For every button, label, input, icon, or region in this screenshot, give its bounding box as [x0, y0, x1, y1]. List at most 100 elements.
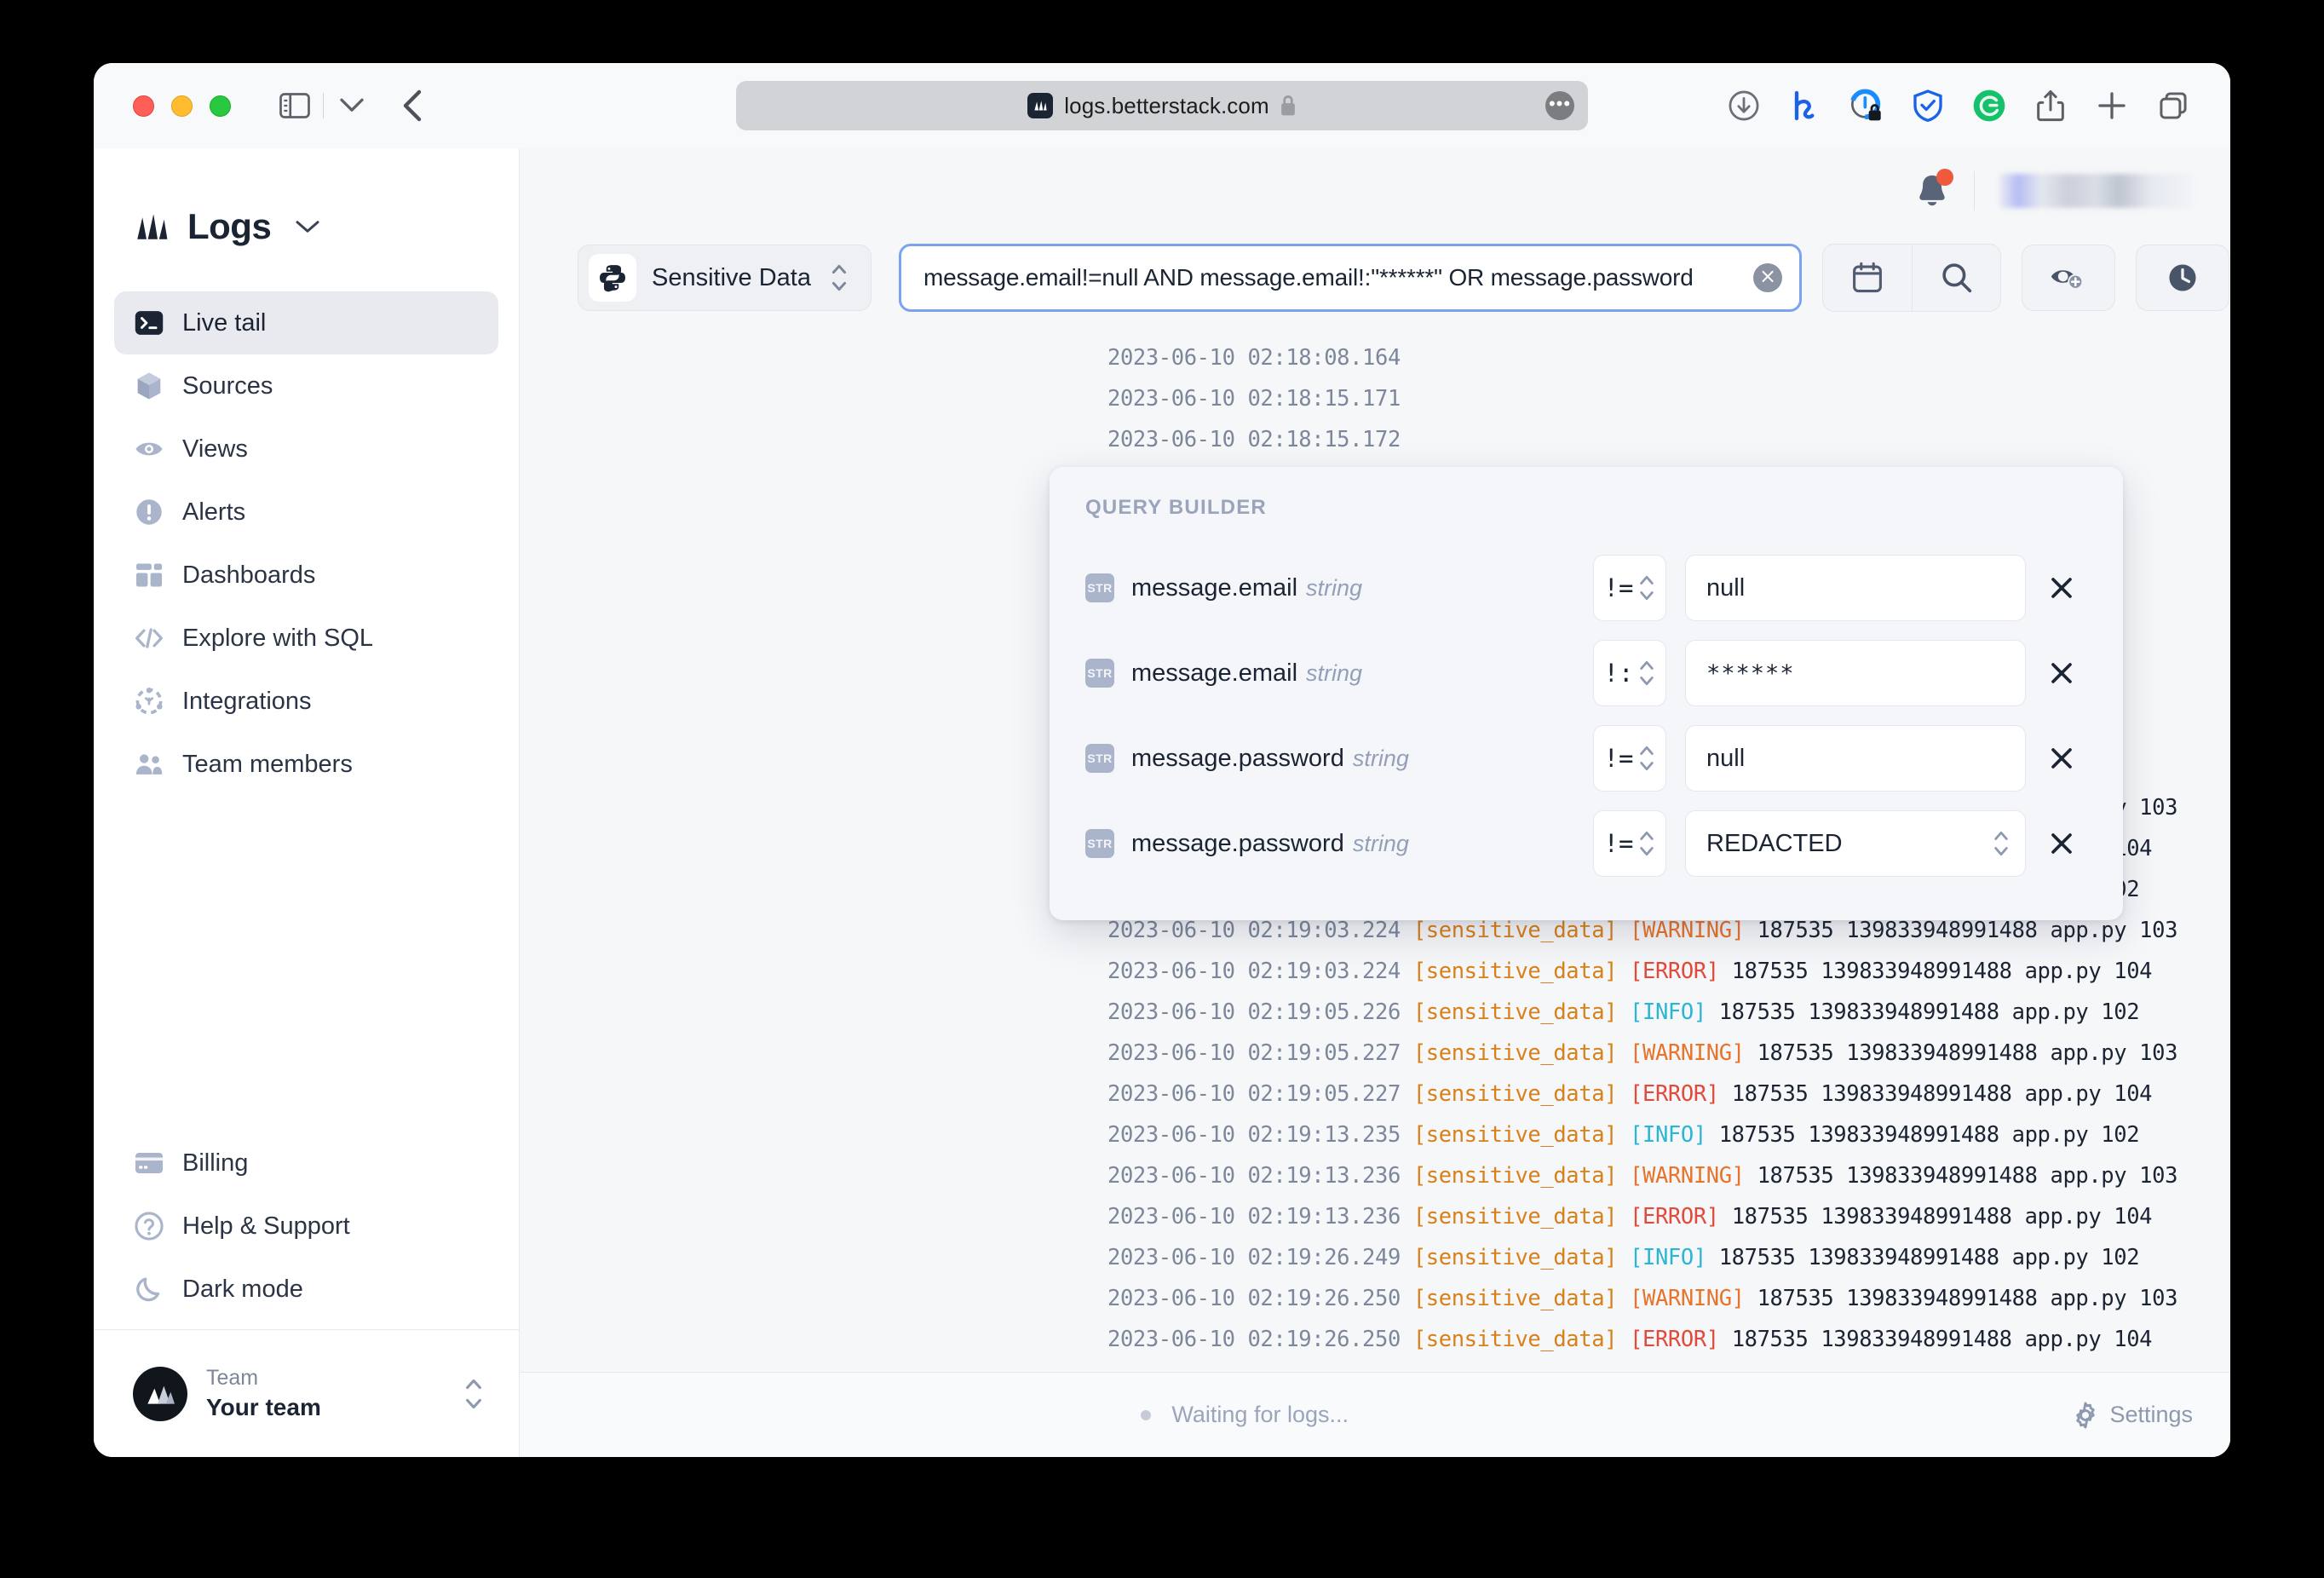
team-text: Team Your team	[206, 1365, 444, 1421]
share-icon[interactable]	[2031, 86, 2070, 125]
log-row[interactable]: 2023-06-10 02:19:26.250 [sensitive_data]…	[520, 1278, 2230, 1319]
log-row[interactable]: 2023-06-10 02:19:13.235 [sensitive_data]…	[520, 1114, 2230, 1155]
address-bar[interactable]: logs.betterstack.com •••	[736, 81, 1588, 130]
log-row[interactable]: 2023-06-10 02:19:13.236 [sensitive_data]…	[520, 1155, 2230, 1196]
address-bar-wrapper: logs.betterstack.com •••	[736, 81, 1588, 130]
sidebar-item-team-members[interactable]: Team members	[114, 733, 498, 796]
minimize-window-button[interactable]	[171, 95, 193, 117]
save-view-button[interactable]	[2022, 245, 2115, 311]
traffic-lights	[133, 95, 231, 117]
query-builder-field-name-wrap: message.email string	[1131, 659, 1362, 688]
log-list[interactable]: 2023-06-10 02:18:08.164 2023-06-10 02:18…	[520, 322, 2230, 1372]
sidebar-toggle-icon[interactable]	[275, 86, 314, 125]
brand-chevron-down-icon[interactable]	[295, 219, 320, 234]
user-account-blurred[interactable]	[1999, 174, 2193, 208]
maximize-window-button[interactable]	[210, 95, 231, 117]
log-timestamp: 2023-06-10 02:18:15.172	[1107, 427, 1401, 452]
query-builder-panel: QUERY BUILDER STR message.email string != nu…	[1050, 467, 2123, 920]
value-stepper-icon[interactable]	[1993, 826, 2010, 861]
sidebar-nav-bottom: Billing Help & Support Dark mode	[94, 1132, 519, 1321]
query-builder-value-input[interactable]: null	[1685, 555, 2026, 621]
clear-icon[interactable]: ×	[1753, 263, 1782, 292]
log-row[interactable]: 2023-06-10 02:18:15.171	[520, 378, 2230, 419]
privacy-lock-icon[interactable]	[1847, 86, 1886, 125]
query-builder-operator-select[interactable]: !=	[1593, 810, 1666, 877]
string-type-icon: STR	[1085, 744, 1114, 773]
log-row[interactable]: 2023-06-10 02:19:05.227 [sensitive_data]…	[520, 1033, 2230, 1074]
query-builder-operator-select[interactable]: !=	[1593, 555, 1666, 621]
hypothesis-icon[interactable]	[1786, 86, 1825, 125]
app-body: Logs Live tail Sources Views Alerts Dash…	[94, 148, 2230, 1457]
history-button[interactable]	[2136, 245, 2229, 311]
query-builder-value-input[interactable]: null	[1685, 725, 2026, 792]
sidebar-item-views[interactable]: Views	[114, 418, 498, 481]
gear-icon	[2072, 1401, 2099, 1429]
grammarly-icon[interactable]	[1970, 86, 2009, 125]
log-row[interactable]: 2023-06-10 02:19:13.236 [sensitive_data]…	[520, 1196, 2230, 1237]
remove-filter-button[interactable]	[2036, 831, 2087, 856]
log-level-tag: [INFO]	[1630, 1245, 1719, 1270]
query-builder-operator-label: !=	[1603, 573, 1634, 602]
query-builder-field[interactable]: STR message.password string	[1085, 744, 1593, 773]
query-builder-operator-select[interactable]: !=	[1593, 725, 1666, 792]
remove-filter-button[interactable]	[2036, 660, 2087, 686]
query-builder-field[interactable]: STR message.email string	[1085, 573, 1593, 602]
sidebar-item-sources[interactable]: Sources	[114, 354, 498, 418]
log-source-tag: [sensitive_data]	[1412, 1040, 1631, 1066]
notifications-button[interactable]	[1914, 169, 1953, 210]
alert-icon	[135, 498, 164, 526]
query-builder-field[interactable]: STR message.email string	[1085, 659, 1593, 688]
log-timestamp: 2023-06-10 02:19:26.250	[1107, 1286, 1413, 1311]
status-bar: Waiting for logs... Settings	[520, 1372, 2230, 1457]
stepper-icon	[1638, 571, 1655, 605]
sidebar-item-dark-mode[interactable]: Dark mode	[114, 1258, 498, 1321]
source-selector[interactable]: Sensitive Data	[578, 245, 872, 311]
team-avatar	[133, 1366, 187, 1421]
status-message-group: Waiting for logs...	[520, 1402, 1970, 1428]
sidebar-item-billing[interactable]: Billing	[114, 1132, 498, 1195]
remove-filter-button[interactable]	[2036, 575, 2087, 601]
log-timestamp: 2023-06-10 02:19:13.236	[1107, 1204, 1413, 1230]
settings-button[interactable]: Settings	[2072, 1401, 2193, 1429]
calendar-icon[interactable]	[1823, 245, 1912, 311]
log-level-tag: [WARNING]	[1630, 918, 1757, 943]
sidebar-item-label: Billing	[182, 1149, 249, 1177]
log-row[interactable]: 2023-06-10 02:19:03.224 [sensitive_data]…	[520, 951, 2230, 992]
sidebar-item-dashboards[interactable]: Dashboards	[114, 544, 498, 607]
string-type-icon: STR	[1085, 573, 1114, 602]
log-row[interactable]: 2023-06-10 02:19:05.226 [sensitive_data]…	[520, 992, 2230, 1033]
chevron-down-icon[interactable]	[332, 86, 371, 125]
log-row[interactable]: 2023-06-10 02:19:05.227 [sensitive_data]…	[520, 1074, 2230, 1114]
adblock-shield-icon[interactable]	[1908, 86, 1947, 125]
team-switcher[interactable]: Team Your team	[94, 1329, 519, 1457]
tab-overview-icon[interactable]	[2154, 86, 2193, 125]
log-row[interactable]: 2023-06-10 02:19:26.249 [sensitive_data]…	[520, 1237, 2230, 1278]
close-window-button[interactable]	[133, 95, 154, 117]
sidebar: Logs Live tail Sources Views Alerts Dash…	[94, 148, 520, 1457]
query-builder-field[interactable]: STR message.password string	[1085, 829, 1593, 858]
log-row[interactable]: 2023-06-10 02:18:15.172	[520, 419, 2230, 460]
query-builder-value-input[interactable]: ******	[1685, 640, 2026, 706]
sidebar-item-help-support[interactable]: Help & Support	[114, 1195, 498, 1258]
search-icon[interactable]	[1912, 245, 2000, 311]
team-switcher-stepper-icon[interactable]	[463, 1374, 485, 1414]
query-builder-operator-select[interactable]: !:	[1593, 640, 1666, 706]
sidebar-item-live-tail[interactable]: Live tail	[114, 291, 498, 354]
sidebar-item-alerts[interactable]: Alerts	[114, 481, 498, 544]
query-builder-row: STR message.email string != null	[1085, 545, 2087, 631]
sidebar-item-explore-with-sql[interactable]: Explore with SQL	[114, 607, 498, 670]
page-menu-icon[interactable]: •••	[1545, 91, 1574, 120]
chrome-left-tools	[275, 86, 433, 125]
back-icon[interactable]	[394, 86, 433, 125]
log-row[interactable]: 2023-06-10 02:19:26.250 [sensitive_data]…	[520, 1319, 2230, 1360]
downloads-icon[interactable]	[1724, 86, 1763, 125]
source-selector-stepper-icon[interactable]	[830, 260, 848, 296]
log-row[interactable]: 2023-06-10 02:18:08.164	[520, 337, 2230, 378]
query-builder-value-input[interactable]: REDACTED	[1685, 810, 2026, 877]
python-icon	[589, 254, 636, 302]
new-tab-icon[interactable]	[2092, 86, 2131, 125]
sidebar-item-integrations[interactable]: Integrations	[114, 670, 498, 733]
search-input[interactable]: message.email!=null AND message.email!:"…	[899, 244, 1802, 312]
log-message: 187535 139833948991488 app.py 104	[1731, 1081, 2153, 1107]
remove-filter-button[interactable]	[2036, 746, 2087, 771]
